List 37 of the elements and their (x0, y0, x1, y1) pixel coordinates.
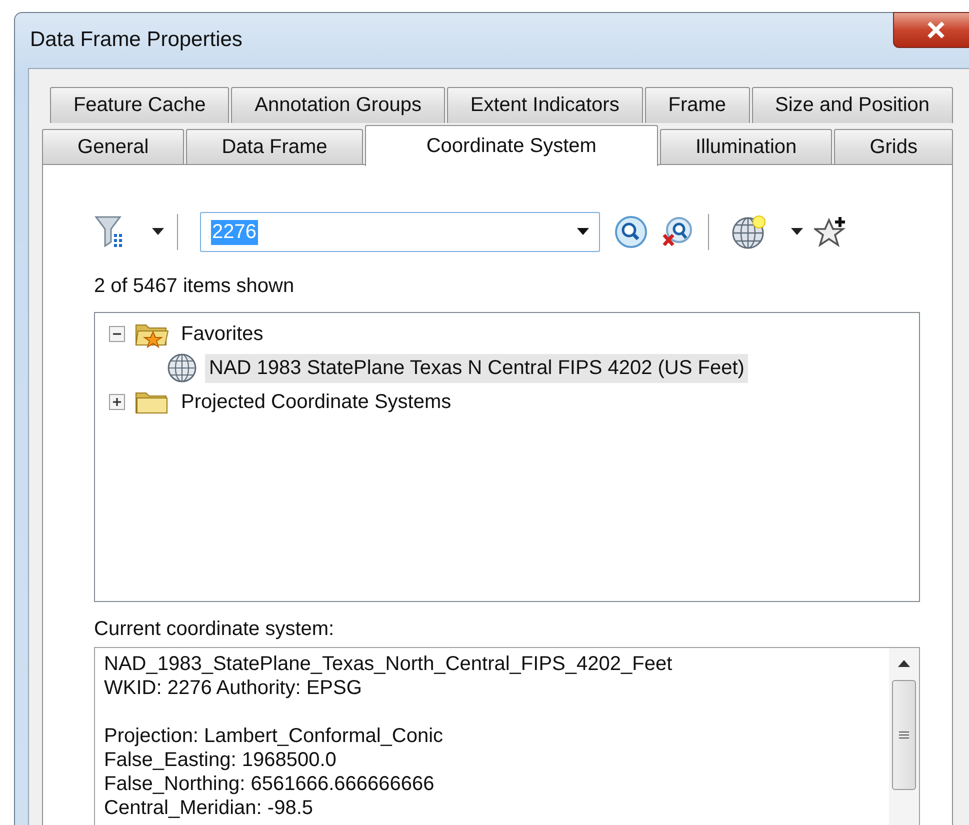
tree-item[interactable]: Favorites (177, 320, 268, 348)
caret-icon[interactable] (577, 228, 589, 236)
tab[interactable]: General (42, 129, 184, 164)
detail-line: WKID: 2276 Authority: EPSG (104, 676, 363, 700)
tab[interactable]: Size and Position (752, 87, 953, 123)
close-button[interactable] (893, 12, 969, 48)
tab[interactable]: Feature Cache (50, 87, 230, 123)
tab[interactable]: Coordinate System (364, 125, 658, 166)
tree-item[interactable]: NAD 1983 StatePlane Texas N Central FIPS 4202 (US Feet) (205, 354, 748, 382)
tab[interactable]: Grids (834, 129, 954, 164)
tab[interactable]: Data Frame (186, 129, 363, 164)
grip-icon (899, 730, 909, 740)
detail-line: False_Northing: 6561666.666666666 (104, 772, 436, 796)
clear-search-icon[interactable] (660, 215, 694, 249)
items-shown-count: 2 of 5467 items shown (94, 275, 296, 298)
tab[interactable]: Illumination (660, 129, 832, 164)
detail-line: Central_Meridian: -98.5 (104, 796, 314, 820)
window-title: Data Frame Properties (30, 28, 242, 52)
tab[interactable]: Annotation Groups (231, 87, 445, 123)
expand-icon[interactable] (109, 394, 125, 410)
globe-icon (167, 353, 197, 383)
tab[interactable]: Extent Indicators (446, 87, 643, 123)
tab[interactable]: Frame (644, 87, 750, 123)
caret-icon[interactable] (791, 228, 803, 236)
add-favorite-star-icon[interactable] (814, 215, 848, 249)
tree-item[interactable]: Projected Coordinate Systems (177, 388, 456, 416)
search-icon[interactable] (614, 215, 648, 249)
caret-icon[interactable] (152, 228, 164, 236)
detail-line: False_Easting: 1968500.0 (104, 748, 338, 772)
detail-line: Projection: Lambert_Conformal_Conic (104, 724, 444, 748)
detail-line: NAD_1983_StatePlane_Texas_North_Central_FIPS_4202_Feet (104, 652, 672, 676)
collapse-icon[interactable] (109, 326, 125, 342)
globe-icon[interactable] (731, 214, 767, 250)
current-system-label: Current coordinate system: (94, 618, 336, 641)
close-icon (925, 21, 947, 39)
scroll-thumb[interactable] (892, 680, 916, 790)
scroll-up-icon[interactable] (898, 660, 910, 668)
